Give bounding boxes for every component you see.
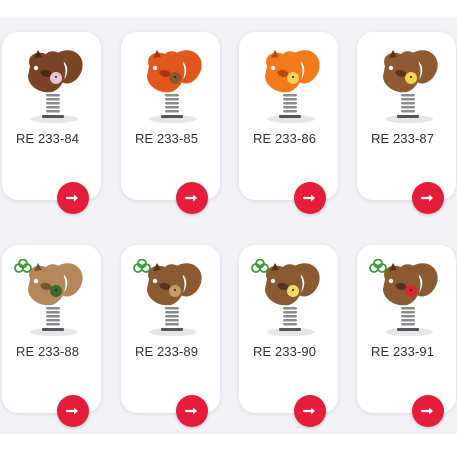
eco-leaves-icon: [133, 258, 151, 278]
eco-leaves-icon: [14, 258, 32, 278]
view-product-button[interactable]: [176, 395, 208, 427]
product-card[interactable]: RE 233-84: [2, 32, 101, 214]
arrow-right-icon: [421, 193, 435, 203]
product-code: RE 233-89: [135, 344, 199, 359]
product-image[interactable]: [253, 42, 325, 124]
product-code: RE 233-88: [16, 344, 80, 359]
product-card[interactable]: RE 233-90: [239, 245, 338, 427]
product-card[interactable]: RE 233-85: [121, 32, 220, 214]
product-image[interactable]: [371, 42, 443, 124]
view-product-button[interactable]: [294, 395, 326, 427]
eco-leaves-icon: [369, 258, 387, 278]
arrow-right-icon: [303, 193, 317, 203]
product-code: RE 233-87: [371, 131, 435, 146]
product-card[interactable]: RE 233-88: [2, 245, 101, 427]
product-code: RE 233-91: [371, 344, 435, 359]
arrow-right-icon: [185, 406, 199, 416]
product-card[interactable]: RE 233-89: [121, 245, 220, 427]
product-code: RE 233-86: [253, 131, 317, 146]
arrow-right-icon: [303, 406, 317, 416]
view-product-button[interactable]: [294, 182, 326, 214]
view-product-button[interactable]: [57, 182, 89, 214]
view-product-button[interactable]: [57, 395, 89, 427]
product-card[interactable]: RE 233-86: [239, 32, 338, 214]
arrow-right-icon: [421, 406, 435, 416]
product-image[interactable]: [16, 42, 88, 124]
product-card[interactable]: RE 233-91: [357, 245, 456, 427]
view-product-button[interactable]: [412, 182, 444, 214]
product-card[interactable]: RE 233-87: [357, 32, 456, 214]
arrow-right-icon: [66, 406, 80, 416]
arrow-right-icon: [66, 193, 80, 203]
view-product-button[interactable]: [412, 395, 444, 427]
product-image[interactable]: [135, 42, 207, 124]
arrow-right-icon: [185, 193, 199, 203]
product-code: RE 233-85: [135, 131, 199, 146]
eco-leaves-icon: [251, 258, 269, 278]
view-product-button[interactable]: [176, 182, 208, 214]
product-code: RE 233-84: [16, 131, 80, 146]
product-code: RE 233-90: [253, 344, 317, 359]
